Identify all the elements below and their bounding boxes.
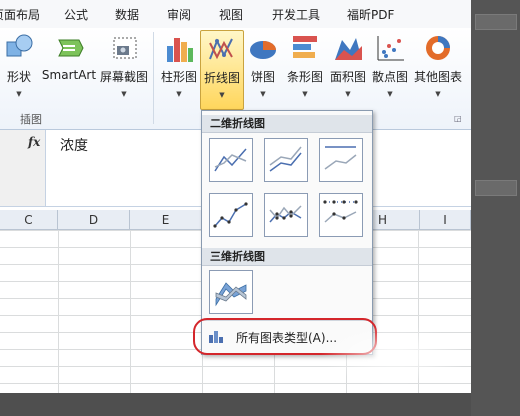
section-2d-line: 二维折线图 [202,115,372,133]
area-chart-button[interactable]: 面积图 ▼ [328,30,368,114]
ribbon-separator [153,32,154,124]
stacked-line-option[interactable] [264,138,308,182]
percent-stacked-line-option[interactable] [319,138,363,182]
stacked-line-thumb-icon [269,146,302,172]
column-chart-icon [167,38,193,62]
watermark-blur [320,325,470,385]
column-header-c[interactable]: C [0,210,58,230]
3d-line-thumb-icon [215,282,247,307]
tab-developer[interactable]: 开发工具 [272,6,320,23]
dialog-launcher-icon[interactable]: ◲ [454,114,462,123]
bar-chart-icon [293,36,317,58]
side-pane-control-2 [475,180,517,196]
tab-data[interactable]: 数据 [115,6,139,23]
screenshot-button[interactable]: 屏幕截图 ▼ [98,30,150,114]
shapes-icon [6,34,33,57]
area-chart-icon [335,38,362,60]
stacked-markers-thumb-icon [269,205,302,223]
line-markers-option[interactable] [209,193,253,237]
tab-foxit-pdf[interactable]: 福昕PDF [347,6,394,23]
bottom-bar [0,393,471,416]
doughnut-chart-icon [426,36,450,60]
tab-formulas[interactable]: 公式 [64,6,88,23]
illustrations-group-label: 插图 [20,113,42,126]
line-markers-thumb-icon [213,202,248,228]
excel-window: 页面布局 公式 数据 审阅 视图 开发工具 福昕PDF 形状 ▼ SmartAr… [0,0,471,393]
column-chart-button[interactable]: 柱形图 ▼ [160,30,198,114]
bar-chart-button[interactable]: 条形图 ▼ [285,30,325,114]
shapes-button[interactable]: 形状 ▼ [2,30,36,114]
percent-line-thumb-icon [324,146,357,170]
side-pane [471,0,520,416]
other-charts-button[interactable]: 其他图表 ▼ [412,30,464,114]
screenshot-icon [113,37,137,59]
column-header-d[interactable]: D [58,210,130,230]
fx-icon[interactable]: fx [28,135,40,149]
side-pane-control [475,14,517,30]
smartart-icon [58,39,84,57]
tab-page-layout[interactable]: 页面布局 [0,6,40,23]
percent-markers-thumb-icon [323,200,358,223]
3d-line-option[interactable] [209,270,253,314]
line-chart-option[interactable] [209,138,253,182]
formula-value[interactable]: 浓度 [60,135,88,155]
ribbon-tabs: 页面布局 公式 数据 审阅 视图 开发工具 福昕PDF [0,0,471,29]
stacked-line-markers-option[interactable] [264,193,308,237]
percent-line-markers-option[interactable] [319,193,363,237]
column-header-i[interactable]: I [420,210,471,230]
pie-chart-icon [250,41,276,59]
smartart-button[interactable]: SmartArt [40,30,98,114]
section-3d-line: 三维折线图 [202,248,372,266]
line-chart-button[interactable]: 折线图 ▼ [200,30,244,110]
tab-view[interactable]: 视图 [219,6,243,23]
line-chart-icon [209,38,233,60]
name-box[interactable]: fx [0,130,46,206]
line-chart-thumb-icon [214,148,247,172]
tab-review[interactable]: 审阅 [167,6,191,23]
column-header-e[interactable]: E [130,210,202,230]
scatter-chart-icon [377,36,404,61]
scatter-chart-button[interactable]: 散点图 ▼ [370,30,410,114]
pie-chart-button[interactable]: 饼图 ▼ [245,30,281,114]
